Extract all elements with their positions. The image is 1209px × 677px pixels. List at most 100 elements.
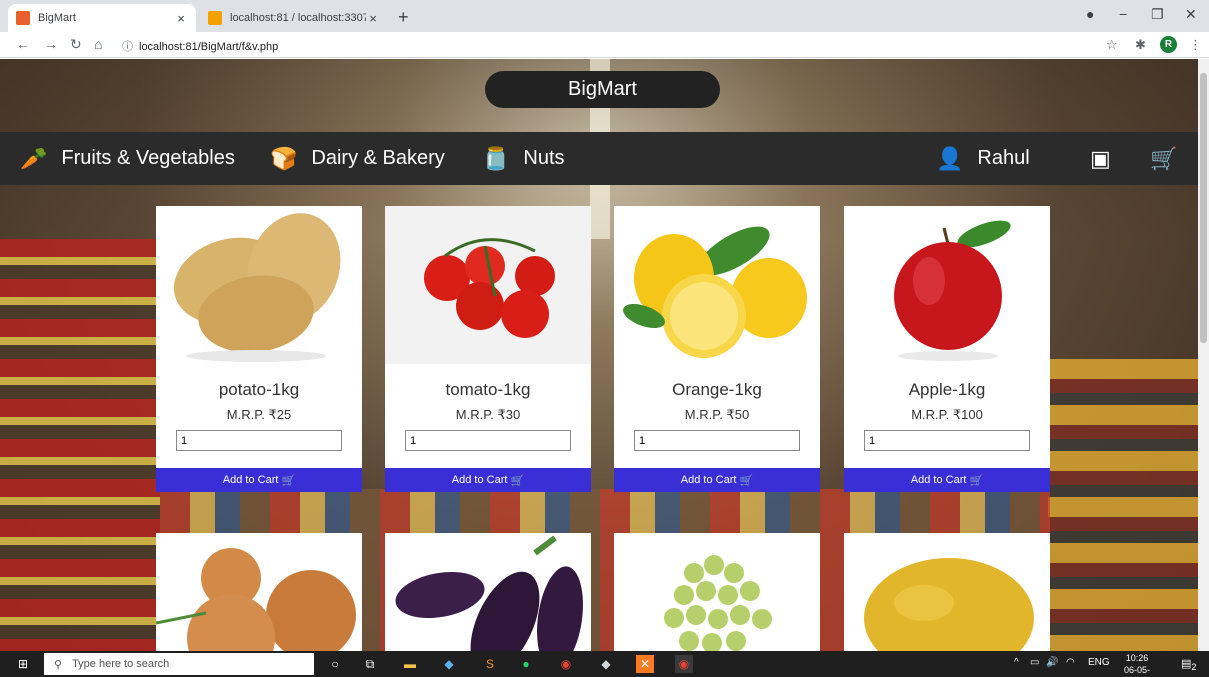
nav-cart[interactable]: 🛒 [1150, 132, 1191, 185]
nav-fruits-vegetables[interactable]: 🥕 Fruits & Vegetables [20, 132, 235, 185]
quantity-input[interactable] [405, 430, 571, 451]
jar-icon: 🫙 [482, 145, 510, 171]
nav-label: Fruits & Vegetables [61, 147, 235, 169]
profile-avatar[interactable]: R [1160, 36, 1177, 53]
cortana-icon[interactable]: ○ [326, 655, 344, 673]
cart-icon: 🛒 [969, 474, 984, 487]
product-card: potato-1kg M.R.P. ₹25 Add to Cart 🛒 [156, 206, 362, 492]
button-label: Add to Cart [451, 474, 508, 486]
product-card [385, 533, 591, 651]
taskbar-search-box[interactable]: ⚲ Type here to search [44, 653, 314, 675]
product-image-brinjal [385, 533, 591, 651]
brand-logo[interactable]: BigMart [485, 71, 720, 108]
tab-title: BigMart [38, 12, 76, 24]
maximize-button[interactable]: ❐ [1151, 6, 1164, 23]
clock-date: 06-05-2021 [1123, 665, 1150, 675]
product-price: M.R.P. ₹30 [455, 407, 521, 422]
quantity-input[interactable] [176, 430, 342, 451]
notification-center-icon[interactable]: ▤2 [1181, 657, 1197, 672]
add-to-cart-button[interactable]: Add to Cart 🛒 [844, 468, 1050, 492]
quantity-input[interactable] [864, 430, 1030, 451]
store-icon[interactable]: ◆ [440, 655, 458, 673]
language-indicator[interactable]: ENG [1088, 657, 1110, 668]
whatsapp-icon[interactable]: ● [517, 655, 535, 673]
tab-close-icon[interactable]: × [366, 11, 380, 26]
nav-user-account[interactable]: 👤 Rahul [936, 132, 1030, 185]
quantity-input[interactable] [634, 430, 800, 451]
add-to-cart-button[interactable]: Add to Cart 🛒 [156, 468, 362, 492]
cart-icon: 🛒 [1150, 145, 1178, 171]
nav-label: Dairy & Bakery [311, 147, 445, 169]
add-to-cart-button[interactable]: Add to Cart 🛒 [385, 468, 591, 492]
home-button[interactable]: ⌂ [94, 36, 102, 52]
chrome-profile-icon[interactable]: ◉ [675, 655, 693, 673]
info-icon[interactable]: ⓘ [122, 41, 133, 53]
user-circle-icon: 👤 [936, 145, 964, 171]
menu-kebab-icon[interactable]: ⋮ [1189, 37, 1202, 53]
background-shelf-right [1048, 359, 1198, 651]
nav-dairy-bakery[interactable]: 🍞 Dairy & Bakery [270, 132, 445, 185]
product-price: M.R.P. ₹50 [684, 407, 750, 422]
product-image-tomato [385, 206, 591, 364]
nav-wallet[interactable]: ▣ [1090, 132, 1125, 185]
product-card [844, 533, 1050, 651]
browser-tab-bar: BigMart × localhost:81 / localhost:3307 … [0, 0, 1209, 32]
file-explorer-icon[interactable]: ▬ [401, 655, 419, 673]
profile-circle-icon[interactable]: ● [1086, 6, 1094, 22]
extensions-icon[interactable]: ✱ [1135, 37, 1146, 53]
product-name: potato-1kg [218, 380, 300, 399]
tray-chevron-icon[interactable]: ^ [1014, 657, 1019, 668]
chrome-icon[interactable]: ◉ [557, 655, 575, 673]
product-card: tomato-1kg M.R.P. ₹30 Add to Cart 🛒 [385, 206, 591, 492]
product-name: Apple-1kg [908, 380, 986, 399]
windows-taskbar: ⊞ ⚲ Type here to search ○ ⧉ ▬ ◆ S ● ◉ ◆ … [0, 651, 1209, 677]
battery-icon[interactable]: ▭ [1030, 657, 1039, 668]
main-navbar: 🥕 Fruits & Vegetables 🍞 Dairy & Bakery 🫙… [0, 132, 1198, 185]
product-name: tomato-1kg [445, 380, 531, 399]
xampp-icon[interactable]: ✕ [636, 655, 654, 673]
bigmart-favicon-icon [16, 11, 30, 25]
minimize-button[interactable]: − [1119, 6, 1127, 22]
cart-icon: 🛒 [281, 474, 296, 487]
windows-start-icon[interactable]: ⊞ [14, 655, 32, 673]
forward-button[interactable]: → [44, 36, 58, 52]
carrot-icon: 🥕 [20, 145, 48, 171]
new-tab-button[interactable]: + [398, 7, 409, 28]
product-name: Orange-1kg [672, 380, 762, 399]
close-window-button[interactable]: ✕ [1185, 6, 1197, 23]
page-viewport: BigMart 🥕 Fruits & Vegetables 🍞 Dairy & … [0, 59, 1198, 651]
nav-nuts[interactable]: 🫙 Nuts [482, 132, 565, 185]
product-image-apple [844, 206, 1050, 364]
product-card [614, 533, 820, 651]
product-card: Orange-1kg M.R.P. ₹50 Add to Cart 🛒 [614, 206, 820, 492]
sublime-text-icon[interactable]: S [481, 655, 499, 673]
product-image-orange [614, 206, 820, 364]
tab-phpmyadmin[interactable]: localhost:81 / localhost:3307 / u × [200, 4, 388, 32]
taskbar-clock[interactable]: 10:26 06-05-2021 [1115, 652, 1159, 677]
page-scrollbar[interactable] [1198, 59, 1209, 651]
wallet-icon: ▣ [1090, 145, 1111, 171]
add-to-cart-button[interactable]: Add to Cart 🛒 [614, 468, 820, 492]
product-image-potato [156, 206, 362, 364]
tab-bigmart[interactable]: BigMart × [8, 4, 196, 32]
product-card: Apple-1kg M.R.P. ₹100 Add to Cart 🛒 [844, 206, 1050, 492]
notification-count: 2 [1191, 662, 1197, 673]
product-image-onion [156, 533, 362, 651]
app-icon[interactable]: ◆ [597, 655, 615, 673]
scrollbar-thumb[interactable] [1200, 73, 1207, 343]
cart-icon: 🛒 [739, 474, 754, 487]
reload-button[interactable]: ↻ [70, 36, 82, 53]
wifi-icon[interactable]: ◠ [1066, 657, 1075, 668]
volume-icon[interactable]: 🔊 [1046, 657, 1058, 668]
clock-time: 10:26 [1125, 653, 1149, 663]
back-button[interactable]: ← [16, 36, 30, 52]
background-shelf-left [0, 239, 160, 651]
nav-label: Nuts [523, 147, 565, 169]
url-field[interactable]: ⓘ localhost:81/BigMart/f&v.php [122, 38, 278, 54]
button-label: Add to Cart [680, 474, 737, 486]
button-label: Add to Cart [222, 474, 279, 486]
bookmark-star-icon[interactable]: ☆ [1106, 37, 1118, 53]
tab-close-icon[interactable]: × [174, 11, 188, 26]
cart-icon: 🛒 [510, 474, 525, 487]
task-view-icon[interactable]: ⧉ [361, 655, 379, 673]
